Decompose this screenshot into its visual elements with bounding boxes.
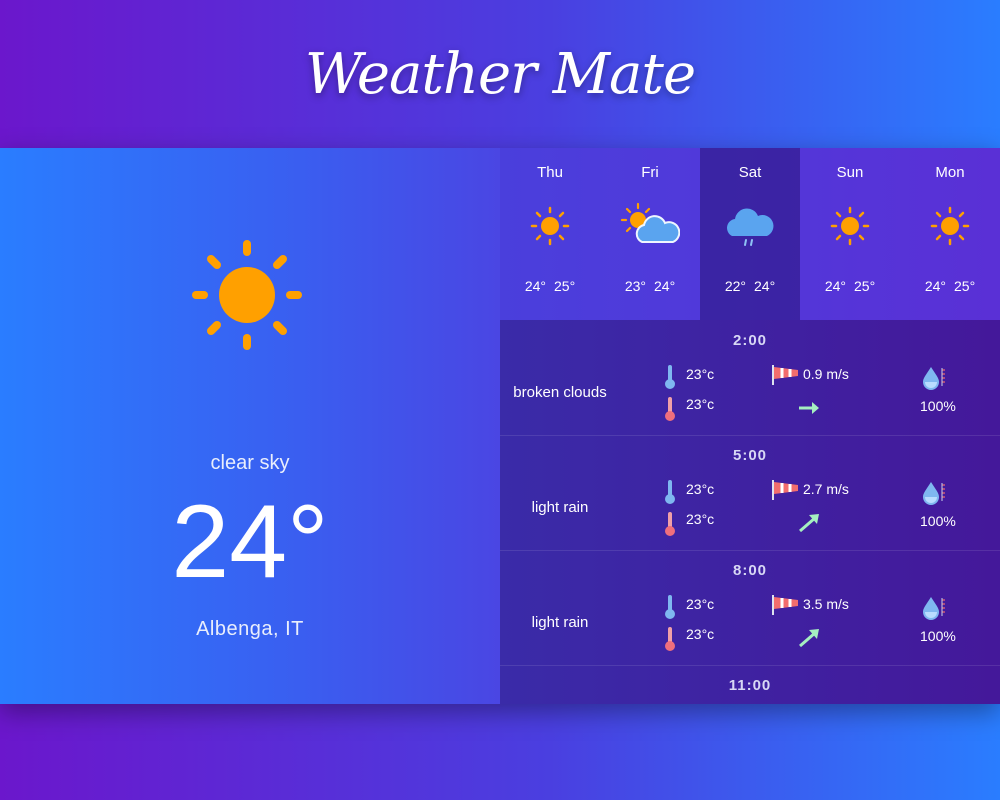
sun-icon [192, 240, 302, 350]
wind-speed: 0.9 m/s [803, 366, 849, 382]
forecast-day-mon[interactable]: Mon 24° 25° [900, 148, 1000, 320]
temp-min: 24° [924, 278, 946, 294]
weather-card: clear sky 24° Albenga, IT Thu 24° 25° Fr… [0, 148, 1000, 704]
temp-min-value: 23°c [686, 511, 715, 527]
sun-icon [830, 206, 870, 246]
hour-description: broken clouds [513, 384, 607, 401]
temp-max-value: 23°c [686, 481, 715, 497]
forecast-panel: Thu 24° 25° Fri 23° 24° Sat 22° 24° Sun … [500, 148, 1000, 704]
temp-max: 24° [654, 278, 676, 294]
thermometer-low-icon [665, 512, 675, 536]
thermometer-high-icon [665, 595, 675, 619]
humidity-drop-icon [923, 367, 945, 390]
day-name: Fri [641, 164, 659, 181]
windsock-icon [772, 480, 798, 500]
temp-max: 25° [954, 278, 976, 294]
temp-min: 23° [624, 278, 646, 294]
hour-time: 5:00 [732, 447, 768, 464]
app-title: Weather Mate [304, 42, 696, 107]
current-condition: clear sky [210, 452, 290, 474]
thermometer-high-icon [665, 480, 675, 504]
partly-cloudy-icon [620, 202, 680, 243]
current-temperature: 24° [171, 484, 329, 600]
temp-min: 22° [724, 278, 746, 294]
arrow-up-right-icon [799, 629, 819, 648]
arrow-right-icon [799, 402, 819, 414]
day-name: Thu [537, 164, 563, 181]
daily-forecast: Thu 24° 25° Fri 23° 24° Sat 22° 24° Sun … [500, 148, 1000, 320]
hourly-row: 11:00 [500, 665, 1000, 704]
temp-min: 24° [524, 278, 546, 294]
sun-icon [930, 206, 970, 246]
windsock-icon [772, 595, 798, 615]
current-location: Albenga, IT [196, 618, 304, 640]
day-name: Sun [836, 164, 864, 181]
day-name: Mon [935, 164, 965, 181]
forecast-day-sat[interactable]: Sat 22° 24° [700, 148, 800, 320]
hourly-row: 2:00 broken clouds 23°c 23°c 0.9 m/s 100… [500, 320, 1000, 436]
hour-time: 2:00 [732, 332, 768, 349]
humidity-value: 100% [920, 398, 956, 414]
forecast-day-thu[interactable]: Thu 24° 25° [500, 148, 600, 320]
windsock-icon [772, 365, 798, 385]
temp-max: 25° [554, 278, 576, 294]
wind-speed: 2.7 m/s [803, 481, 849, 497]
temp-max: 25° [854, 278, 876, 294]
hourly-forecast-list[interactable]: 2:00 broken clouds 23°c 23°c 0.9 m/s 100… [500, 320, 1000, 704]
hour-description: light rain [531, 614, 589, 631]
hourly-row: 8:00 light rain 23°c 23°c 3.5 m/s 100% [500, 550, 1000, 666]
day-name: Sat [738, 164, 762, 181]
humidity-drop-icon [923, 482, 945, 505]
current-weather-panel: clear sky 24° Albenga, IT [0, 148, 500, 704]
temp-max-value: 23°c [686, 596, 715, 612]
humidity-drop-icon [923, 597, 945, 620]
hour-time: 11:00 [728, 677, 772, 694]
temp-min-value: 23°c [686, 396, 715, 412]
thermometer-high-icon [665, 365, 675, 389]
temp-min-value: 23°c [686, 626, 715, 642]
forecast-day-fri[interactable]: Fri 23° 24° [600, 148, 700, 320]
thermometer-low-icon [665, 627, 675, 651]
rain-cloud-icon [727, 208, 774, 246]
arrow-up-right-icon [799, 514, 819, 533]
forecast-day-sun[interactable]: Sun 24° 25° [800, 148, 900, 320]
temp-max: 24° [754, 278, 776, 294]
humidity-value: 100% [920, 628, 956, 644]
hour-time: 8:00 [732, 562, 768, 579]
sun-icon [530, 206, 570, 246]
hourly-row: 5:00 light rain 23°c 23°c 2.7 m/s 100% [500, 435, 1000, 551]
temp-max-value: 23°c [686, 366, 715, 382]
wind-speed: 3.5 m/s [803, 596, 849, 612]
hour-description: light rain [531, 499, 589, 516]
humidity-value: 100% [920, 513, 956, 529]
thermometer-low-icon [665, 397, 675, 421]
temp-min: 24° [824, 278, 846, 294]
